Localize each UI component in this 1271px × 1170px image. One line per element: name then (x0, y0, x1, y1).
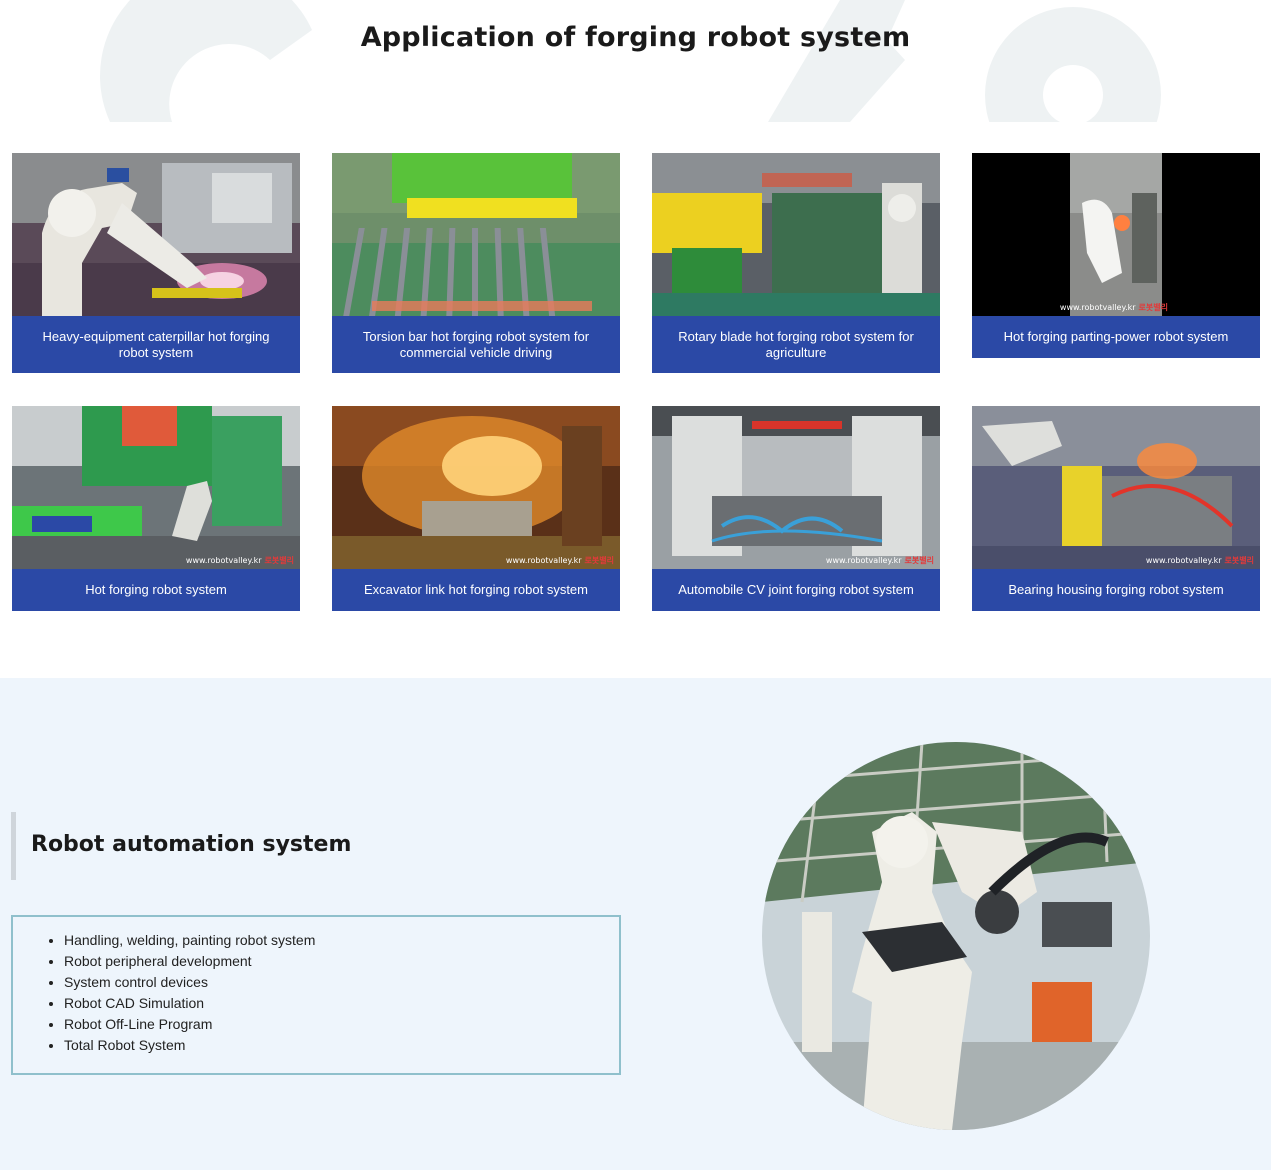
card-thumbnail[interactable] (332, 153, 620, 316)
robot-photo (762, 742, 1150, 1130)
watermark: www.robotvalley.kr 로봇밸리 (826, 555, 934, 566)
card-thumbnail[interactable]: www.robotvalley.kr 로봇밸리 (12, 406, 300, 569)
card-thumbnail[interactable]: www.robotvalley.kr 로봇밸리 (332, 406, 620, 569)
watermark-logo: 로봇밸리 (904, 556, 934, 565)
watermark-logo: 로봇밸리 (1224, 556, 1254, 565)
section-accent-bar (11, 812, 16, 880)
watermark: www.robotvalley.kr 로봇밸리 (1146, 555, 1254, 566)
list-item: Handling, welding, painting robot system (64, 930, 315, 951)
watermark: www.robotvalley.kr 로봇밸리 (1060, 302, 1168, 313)
watermark-logo: 로봇밸리 (584, 556, 614, 565)
application-card-rotary-blade[interactable]: Rotary blade hot forging robot system fo… (652, 153, 940, 373)
automation-feature-list: Handling, welding, painting robot system… (11, 915, 621, 1075)
card-thumbnail[interactable] (12, 153, 300, 316)
application-card-cv-joint[interactable]: www.robotvalley.kr 로봇밸리 Automobile CV joi… (652, 406, 940, 611)
watermark-logo: 로봇밸리 (1138, 303, 1168, 312)
application-card-excavator-link[interactable]: www.robotvalley.kr 로봇밸리 Excavator link ho… (332, 406, 620, 611)
watermark-logo: 로봇밸리 (264, 556, 294, 565)
application-card-torsion-bar[interactable]: Torsion bar hot forging robot system for… (332, 153, 620, 373)
application-card-hot-forging[interactable]: www.robotvalley.kr 로봇밸리 Hot forging robot… (12, 406, 300, 611)
watermark: www.robotvalley.kr 로봇밸리 (506, 555, 614, 566)
robot-automation-section: Robot automation system Handling, weldin… (0, 678, 1271, 1170)
card-thumbnail[interactable]: www.robotvalley.kr 로봇밸리 (972, 406, 1260, 569)
list-item: Robot CAD Simulation (64, 993, 315, 1014)
list-item: Total Robot System (64, 1035, 315, 1056)
watermark-url: www.robotvalley.kr (825, 556, 902, 565)
application-card-parting-power[interactable]: www.robotvalley.kr 로봇밸리 Hot forging parti… (972, 153, 1260, 358)
watermark-url: www.robotvalley.kr (185, 556, 262, 565)
page-title: Application of forging robot system (360, 22, 911, 53)
list-item: Robot peripheral development (64, 951, 315, 972)
card-thumbnail[interactable] (652, 153, 940, 316)
list-item: System control devices (64, 972, 315, 993)
card-caption[interactable]: Torsion bar hot forging robot system for… (332, 316, 620, 373)
watermark-url: www.robotvalley.kr (1059, 303, 1136, 312)
watermark-url: www.robotvalley.kr (1145, 556, 1222, 565)
watermark: www.robotvalley.kr 로봇밸리 (186, 555, 294, 566)
card-thumbnail[interactable]: www.robotvalley.kr 로봇밸리 (972, 153, 1260, 316)
card-caption[interactable]: Hot forging robot system (12, 569, 300, 611)
decorative-background-shapes (0, 0, 1271, 122)
forging-applications-section: Application of forging robot system Heav… (0, 0, 1271, 678)
card-caption[interactable]: Rotary blade hot forging robot system fo… (652, 316, 940, 373)
card-caption[interactable]: Bearing housing forging robot system (972, 569, 1260, 611)
card-caption[interactable]: Excavator link hot forging robot system (332, 569, 620, 611)
section-title: Robot automation system (31, 832, 352, 857)
card-caption[interactable]: Heavy-equipment caterpillar hot forging … (12, 316, 300, 373)
card-thumbnail[interactable]: www.robotvalley.kr 로봇밸리 (652, 406, 940, 569)
application-card-bearing-housing[interactable]: www.robotvalley.kr 로봇밸리 Bearing housing f… (972, 406, 1260, 611)
card-caption[interactable]: Automobile CV joint forging robot system (652, 569, 940, 611)
list-item: Robot Off-Line Program (64, 1014, 315, 1035)
card-caption[interactable]: Hot forging parting-power robot system (972, 316, 1260, 358)
application-card-caterpillar[interactable]: Heavy-equipment caterpillar hot forging … (12, 153, 300, 373)
watermark-url: www.robotvalley.kr (505, 556, 582, 565)
